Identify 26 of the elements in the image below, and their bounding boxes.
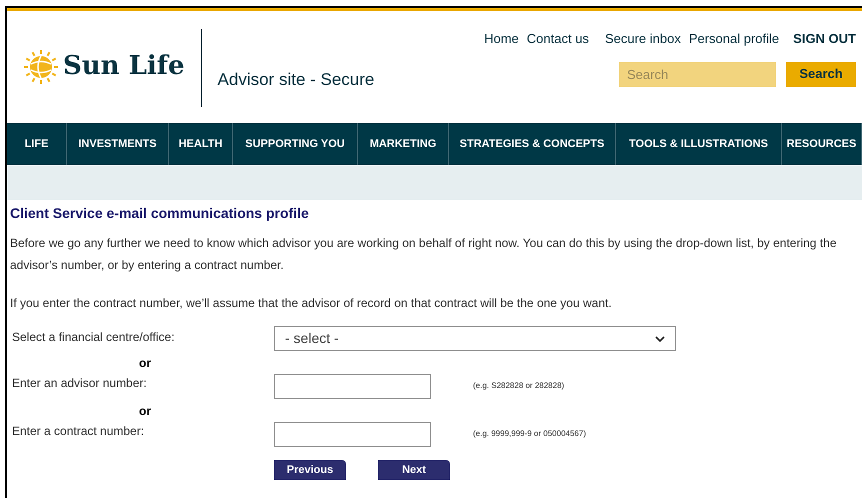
logo-text: Sun Life <box>63 50 185 83</box>
number-field[interactable] <box>274 374 431 399</box>
paragraph: Before we go any further we need to know which advisor you are working on behalf of right now. You can do this by using the drop-down list, by entering the advisor’s number, or by entering a contract number. <box>10 235 838 274</box>
field-label: Enter a contract number: <box>11 423 146 440</box>
sign-out-link[interactable]: SIGN OUT <box>793 29 856 48</box>
search-field[interactable]: Search <box>619 62 776 86</box>
chevron-down-icon <box>655 336 665 342</box>
field-hint: (e.g. S282828 or 282828) <box>473 380 564 392</box>
header-link[interactable]: Secure inbox <box>604 29 681 48</box>
header-link[interactable]: Home <box>484 29 519 48</box>
field-label: Select a financial centre/office: <box>11 329 176 346</box>
or-separator: or <box>139 403 151 420</box>
paragraph: If you enter the contract number, we’ll assume that the advisor of record on that contract will be the one you want. <box>10 295 613 312</box>
search-button[interactable]: Search <box>786 62 856 86</box>
header-link[interactable]: Contact us <box>526 29 589 48</box>
sun-globe-icon <box>23 48 59 84</box>
site-title: Advisor site - Secure <box>218 69 374 91</box>
page-title: Client Service e-mail communications profile <box>10 204 310 223</box>
field-hint: (e.g. 9999,999-9 or 050004567) <box>473 428 586 440</box>
or-separator: or <box>139 355 151 372</box>
nav-button[interactable]: Next <box>378 460 450 480</box>
nav-button[interactable]: Previous <box>274 460 346 480</box>
number-field[interactable] <box>274 422 431 447</box>
field-label: Enter an advisor number: <box>11 375 148 392</box>
header-link[interactable]: Personal profile <box>688 29 780 48</box>
office-dropdown[interactable]: - select - <box>274 326 676 351</box>
